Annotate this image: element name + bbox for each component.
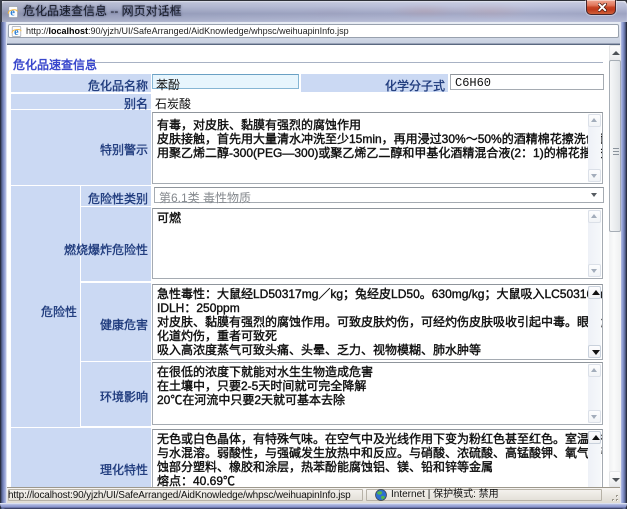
svg-text:e: e	[10, 8, 15, 18]
svg-text:e: e	[14, 27, 19, 37]
